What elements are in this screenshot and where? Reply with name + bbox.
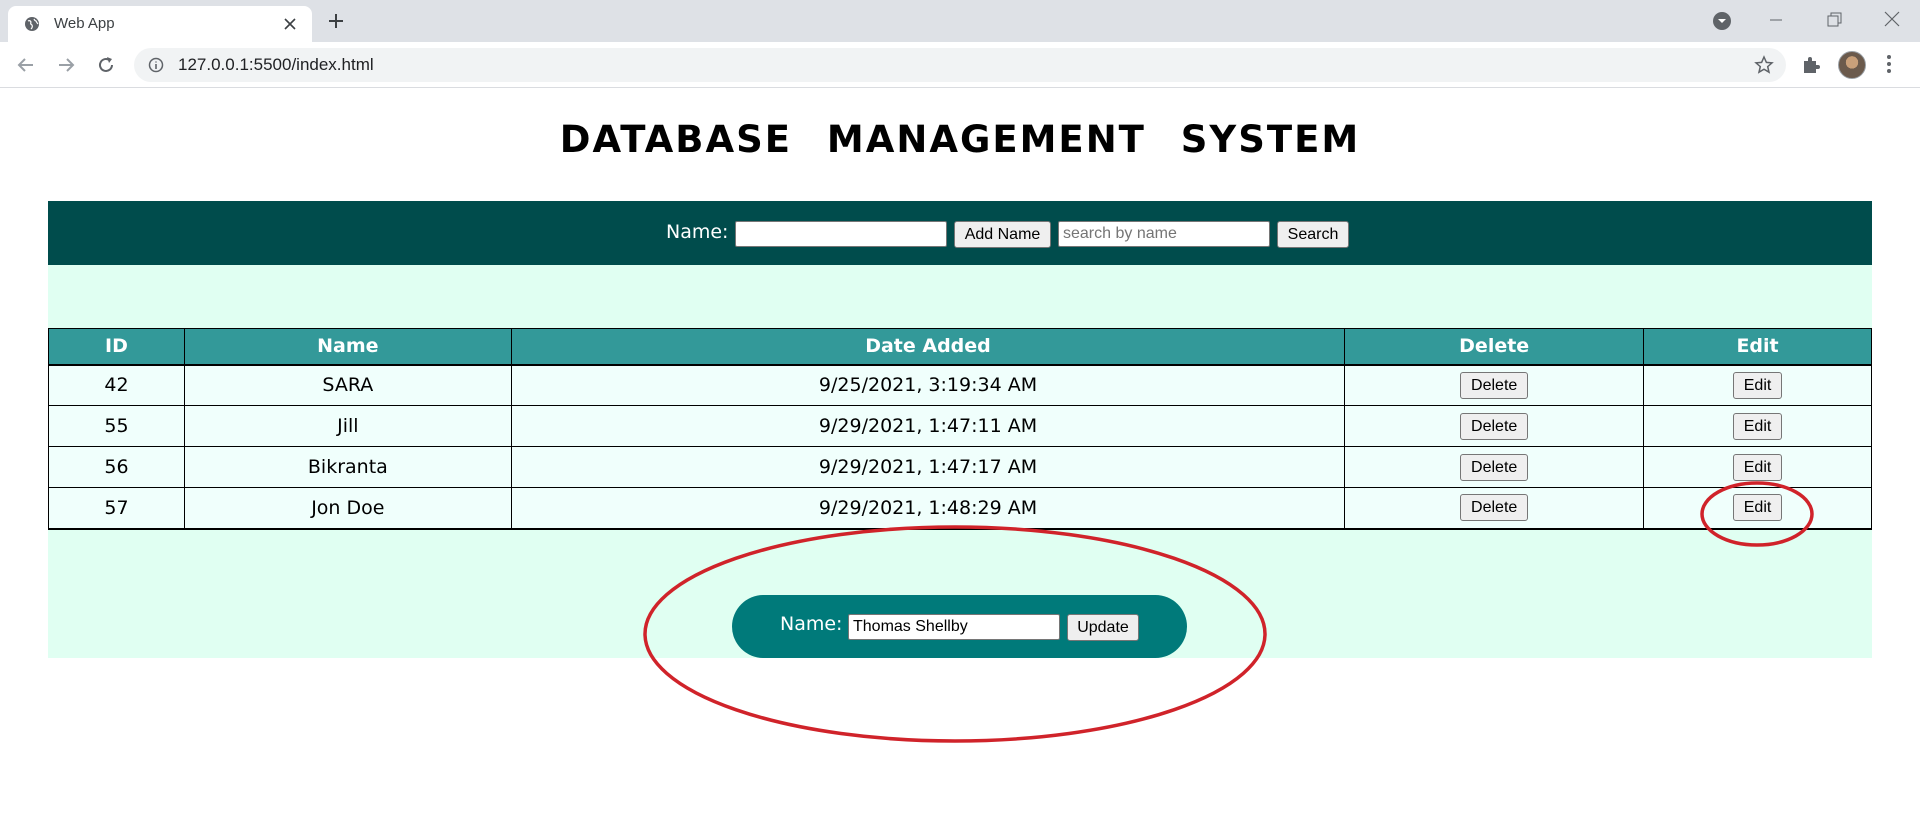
column-header-delete: Delete bbox=[1344, 328, 1645, 366]
cell-id: 57 bbox=[48, 487, 185, 530]
table-header-row: ID Name Date Added Delete Edit bbox=[48, 328, 1872, 366]
update-name-input[interactable] bbox=[848, 614, 1060, 640]
reload-icon[interactable] bbox=[94, 53, 118, 77]
table-row: 57 Jon Doe 9/29/2021, 1:48:29 AM Delete … bbox=[48, 487, 1872, 530]
cell-date: 9/29/2021, 1:47:17 AM bbox=[510, 446, 1346, 488]
cell-delete: Delete bbox=[1344, 446, 1645, 488]
cell-edit: Edit bbox=[1643, 446, 1872, 488]
column-header-edit: Edit bbox=[1643, 328, 1872, 366]
cell-delete: Delete bbox=[1344, 364, 1645, 406]
edit-button[interactable]: Edit bbox=[1732, 412, 1783, 440]
window-close-icon[interactable] bbox=[1882, 9, 1902, 29]
url-text: 127.0.0.1:5500/index.html bbox=[178, 55, 374, 74]
cell-name: SARA bbox=[183, 364, 512, 406]
edit-button[interactable]: Edit bbox=[1732, 453, 1783, 481]
new-tab-icon[interactable] bbox=[326, 11, 346, 31]
table-row: 55 Jill 9/29/2021, 1:47:11 AM Delete Edi… bbox=[48, 405, 1872, 447]
globe-icon bbox=[25, 17, 39, 31]
back-arrow-icon[interactable] bbox=[14, 53, 38, 77]
search-button[interactable]: Search bbox=[1277, 221, 1349, 248]
cell-name: Jill bbox=[183, 405, 512, 447]
forward-arrow-icon[interactable] bbox=[54, 53, 78, 77]
cell-delete: Delete bbox=[1344, 487, 1645, 530]
kebab-menu-icon[interactable] bbox=[1886, 53, 1892, 75]
update-form: Name: Update bbox=[732, 595, 1187, 658]
cell-id: 55 bbox=[48, 405, 185, 447]
profile-avatar[interactable] bbox=[1838, 51, 1866, 79]
minimize-icon[interactable] bbox=[1766, 10, 1786, 30]
cell-name: Jon Doe bbox=[183, 487, 512, 530]
add-name-button[interactable]: Add Name bbox=[954, 221, 1051, 248]
address-bar[interactable]: 127.0.0.1:5500/index.html bbox=[134, 48, 1786, 82]
add-name-bar: Name: Add Name Search bbox=[48, 201, 1872, 265]
cell-date: 9/29/2021, 1:48:29 AM bbox=[510, 487, 1346, 530]
cell-date: 9/29/2021, 1:47:11 AM bbox=[510, 405, 1346, 447]
cell-edit: Edit bbox=[1643, 364, 1872, 406]
site-info-icon[interactable] bbox=[148, 57, 164, 73]
cell-name: Bikranta bbox=[183, 446, 512, 488]
browser-tab[interactable]: Web App bbox=[8, 6, 312, 42]
cell-edit: Edit bbox=[1643, 405, 1872, 447]
browser-tabstrip: Web App bbox=[0, 0, 1920, 42]
cell-id: 42 bbox=[48, 364, 185, 406]
column-header-date-added: Date Added bbox=[510, 328, 1346, 366]
update-button[interactable]: Update bbox=[1067, 614, 1139, 641]
records-table: ID Name Date Added Delete Edit 42 SARA 9… bbox=[48, 328, 1872, 530]
cell-edit: Edit bbox=[1643, 487, 1872, 530]
update-name-label: Name: bbox=[780, 613, 843, 635]
edit-button[interactable]: Edit bbox=[1732, 494, 1783, 522]
delete-button[interactable]: Delete bbox=[1460, 494, 1529, 522]
tab-title: Web App bbox=[54, 15, 115, 32]
search-input[interactable] bbox=[1058, 221, 1270, 247]
restore-icon[interactable] bbox=[1824, 10, 1844, 30]
column-header-id: ID bbox=[48, 328, 185, 366]
name-input[interactable] bbox=[735, 221, 947, 247]
column-header-name: Name bbox=[183, 328, 512, 366]
bookmark-star-icon[interactable] bbox=[1754, 55, 1774, 75]
tab-search-icon[interactable] bbox=[1712, 11, 1732, 31]
delete-button[interactable]: Delete bbox=[1460, 371, 1529, 399]
delete-button[interactable]: Delete bbox=[1460, 453, 1529, 481]
table-row: 42 SARA 9/25/2021, 3:19:34 AM Delete Edi… bbox=[48, 364, 1872, 406]
extensions-puzzle-icon[interactable] bbox=[1800, 53, 1822, 75]
browser-toolbar: 127.0.0.1:5500/index.html bbox=[0, 42, 1920, 88]
table-row: 56 Bikranta 9/29/2021, 1:47:17 AM Delete… bbox=[48, 446, 1872, 488]
cell-date: 9/25/2021, 3:19:34 AM bbox=[510, 364, 1346, 406]
cell-id: 56 bbox=[48, 446, 185, 488]
page-title: DATABASE MANAGEMENT SYSTEM bbox=[559, 118, 1361, 161]
name-label: Name: bbox=[666, 221, 729, 243]
edit-button[interactable]: Edit bbox=[1732, 371, 1783, 399]
delete-button[interactable]: Delete bbox=[1460, 412, 1529, 440]
close-tab-icon[interactable] bbox=[282, 16, 298, 32]
cell-delete: Delete bbox=[1344, 405, 1645, 447]
